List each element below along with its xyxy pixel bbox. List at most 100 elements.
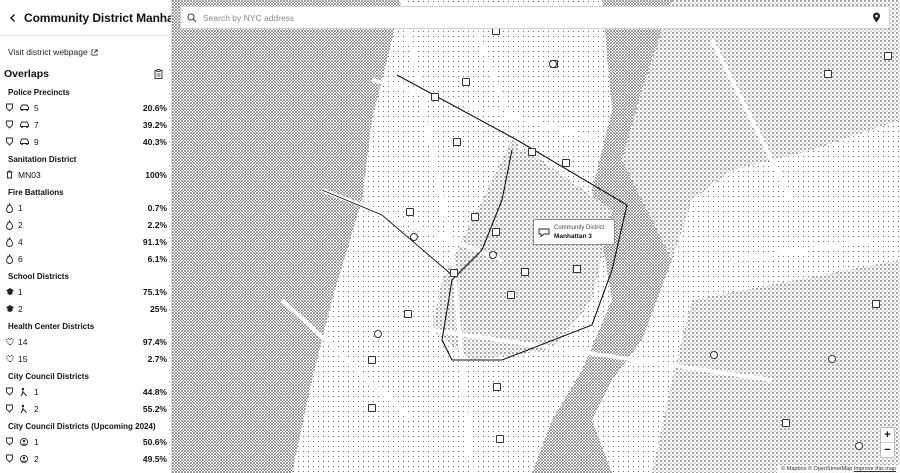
poi-marker[interactable]: [450, 269, 458, 277]
health-district-row[interactable]: 14 97.4%: [0, 333, 171, 350]
zoom-out-button[interactable]: −: [881, 442, 894, 457]
police-precinct-row[interactable]: 9 40.3%: [0, 133, 171, 150]
police-precinct-row[interactable]: 5 20.6%: [0, 99, 171, 116]
police-precincts-title: Police Precincts: [8, 88, 70, 97]
poi-marker[interactable]: [368, 404, 376, 412]
council-upcoming-label: 2: [34, 453, 39, 464]
fire-battalion-label: 4: [18, 236, 23, 247]
poi-marker[interactable]: [431, 93, 439, 101]
search-input[interactable]: [203, 12, 869, 23]
police-precinct-row[interactable]: 7 39.2%: [0, 116, 171, 133]
zoom-in-button[interactable]: +: [881, 428, 894, 442]
person-icon: [18, 403, 30, 414]
poi-marker[interactable]: [573, 265, 581, 273]
sanitation-district-percent: 100%: [145, 169, 167, 180]
council-district-row[interactable]: 2 55.2%: [0, 400, 171, 417]
poi-marker[interactable]: [493, 383, 501, 391]
school-district-row[interactable]: 2 25%: [0, 300, 171, 317]
attribution-improve[interactable]: Improve this map: [854, 466, 896, 472]
council-upcoming-row[interactable]: 1 50.6%: [0, 433, 171, 450]
health-district-label: 15: [18, 353, 28, 364]
shield-icon: [4, 119, 15, 130]
school-district-percent: 75.1%: [142, 286, 167, 297]
zoom-controls: + −: [880, 427, 895, 458]
map-attribution: © Mapbox © OpenStreetMap Improve this ma…: [777, 465, 900, 473]
council-icon: [4, 453, 15, 464]
flame-icon: [4, 253, 15, 264]
external-link-icon: [91, 48, 98, 56]
fire-battalion-percent: 0.7%: [147, 202, 167, 213]
fire-battalion-percent: 91.1%: [142, 236, 167, 247]
map[interactable]: Community District Manhattan 3 + − © Map…: [172, 0, 900, 473]
poi-marker[interactable]: [453, 138, 461, 146]
poi-marker[interactable]: [824, 70, 832, 78]
poi-marker[interactable]: [507, 291, 515, 299]
fire-battalions-title: Fire Battalions: [8, 188, 64, 197]
police-precinct-percent: 20.6%: [142, 102, 167, 113]
trash-icon: [4, 169, 15, 180]
poi-marker[interactable]: [471, 213, 479, 221]
sidebar-header: Community District Manhattan 3: [0, 0, 171, 36]
locate-button[interactable]: [869, 11, 883, 25]
search-bar: [180, 6, 890, 29]
poi-marker[interactable]: [368, 356, 376, 364]
sanitation-district-row[interactable]: MN03 100%: [0, 166, 171, 183]
health-icon: [4, 353, 15, 364]
fire-battalion-row[interactable]: 2 2.2%: [0, 216, 171, 233]
council-district-percent: 55.2%: [142, 403, 167, 414]
visit-link-label: Visit district webpage: [8, 47, 88, 57]
poi-marker[interactable]: [549, 60, 557, 68]
poi-marker[interactable]: [884, 52, 892, 60]
council-icon: [4, 403, 15, 414]
council-icon: [4, 436, 15, 447]
shield-icon: [4, 136, 15, 147]
poi-marker[interactable]: [521, 268, 529, 276]
poi-marker[interactable]: [374, 330, 382, 338]
poi-marker[interactable]: [496, 435, 504, 443]
council-district-row[interactable]: 1 44.8%: [0, 383, 171, 400]
city-council-upcoming-title: City Council Districts (Upcoming 2024): [8, 422, 156, 431]
poi-marker[interactable]: [410, 233, 418, 241]
fire-battalion-row[interactable]: 1 0.7%: [0, 199, 171, 216]
poi-marker[interactable]: [782, 419, 790, 427]
police-precinct-percent: 40.3%: [142, 136, 167, 147]
poi-marker[interactable]: [872, 300, 880, 308]
page-title: Community District Manhattan 3: [24, 10, 171, 25]
school-district-row[interactable]: 1 75.1%: [0, 283, 171, 300]
copy-button[interactable]: [154, 69, 163, 79]
fire-battalion-row[interactable]: 4 91.1%: [0, 233, 171, 250]
poi-marker[interactable]: [462, 78, 470, 86]
health-district-row[interactable]: 15 2.7%: [0, 350, 171, 367]
police-precinct-label: 5: [34, 102, 39, 113]
police-car-icon: [18, 119, 30, 130]
city-council-districts-title: City Council Districts: [8, 372, 89, 381]
poi-marker[interactable]: [406, 208, 414, 216]
attribution-osm[interactable]: © OpenStreetMap: [808, 466, 852, 472]
visit-district-link[interactable]: Visit district webpage: [8, 45, 171, 59]
poi-marker[interactable]: [492, 228, 500, 236]
poi-marker[interactable]: [710, 351, 718, 359]
poi-marker[interactable]: [828, 355, 836, 363]
overlaps-title: Overlaps: [4, 68, 49, 80]
council-icon: [538, 228, 550, 237]
flame-icon: [4, 236, 15, 247]
sidebar: Community District Manhattan 3 Visit dis…: [0, 0, 172, 473]
back-button[interactable]: [8, 10, 18, 26]
poi-marker[interactable]: [489, 251, 497, 259]
flame-icon: [4, 219, 15, 230]
council-upcoming-row[interactable]: 2 49.5%: [0, 450, 171, 467]
district-label-name: Manhattan 3: [554, 232, 592, 240]
council-upcoming-label: 1: [34, 436, 39, 447]
poi-marker[interactable]: [404, 310, 412, 318]
poi-marker[interactable]: [528, 148, 536, 156]
attribution-mapbox[interactable]: © Mapbox: [781, 466, 806, 472]
poi-marker[interactable]: [855, 442, 863, 450]
poi-marker[interactable]: [562, 159, 570, 167]
health-icon: [4, 336, 15, 347]
fire-battalion-label: 2: [18, 219, 23, 230]
school-icon: [4, 286, 15, 297]
fire-battalion-row[interactable]: 6 6.1%: [0, 250, 171, 267]
shield-icon: [4, 102, 15, 113]
district-label-box[interactable]: Community District Manhattan 3: [533, 219, 615, 245]
clipboard-icon: [154, 69, 163, 79]
